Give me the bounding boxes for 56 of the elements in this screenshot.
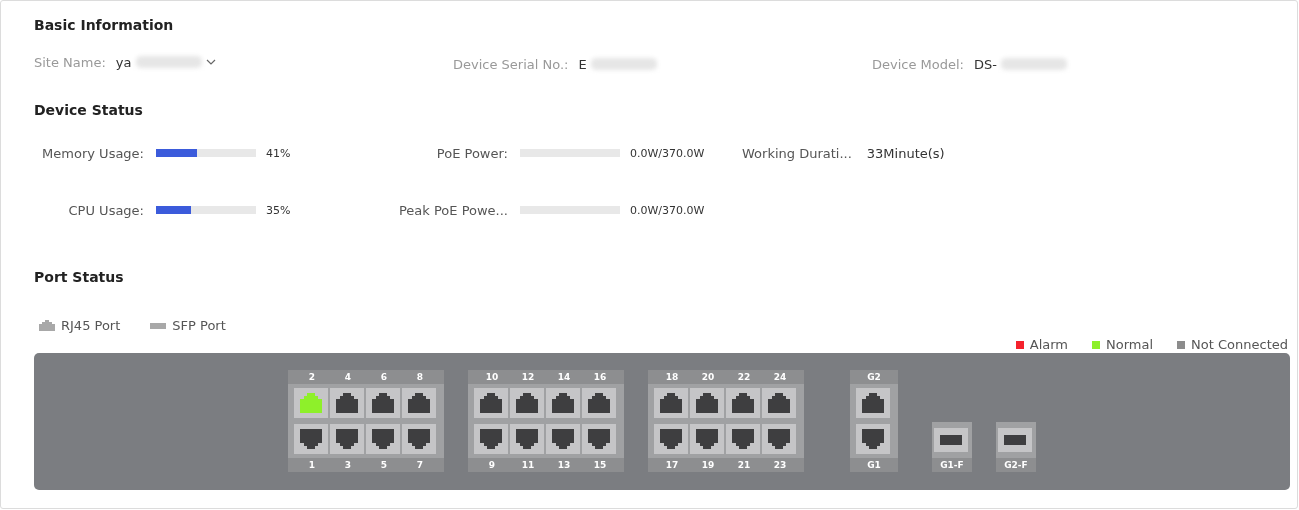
- metric-value: 35%: [266, 203, 291, 217]
- legend-label: RJ45 Port: [61, 318, 121, 333]
- legend-label: SFP Port: [172, 318, 226, 333]
- field-label: Device Serial No.:: [453, 56, 569, 72]
- port-number: G1-F: [939, 459, 965, 472]
- port-number: 7: [415, 459, 425, 472]
- metric-label: Working Durati...: [742, 145, 852, 161]
- port-number: 21: [736, 459, 752, 472]
- sfp-port[interactable]: [934, 428, 968, 452]
- port-number: 4: [343, 371, 353, 384]
- port-number: 24: [772, 371, 788, 384]
- port-number: 12: [520, 371, 536, 384]
- legend-label: Not Connected: [1191, 337, 1288, 352]
- field-label: Device Model:: [872, 56, 964, 72]
- section-heading: Basic Information: [34, 16, 175, 35]
- port-number: G2-F: [1003, 459, 1029, 472]
- port-number: 6: [379, 371, 389, 384]
- section-heading: Port Status: [34, 268, 125, 287]
- port-number: 1: [307, 459, 317, 472]
- section-heading: Device Status: [34, 101, 144, 120]
- metric-label: Peak PoE Powe...: [397, 202, 508, 218]
- metric-label: CPU Usage:: [67, 202, 144, 218]
- port-number: 20: [700, 371, 716, 384]
- field-value: E: [578, 56, 587, 72]
- port-number: 16: [592, 371, 608, 384]
- field-value: ya: [115, 54, 132, 70]
- port-number: 19: [700, 459, 716, 472]
- metric-value: 41%: [266, 146, 291, 160]
- port-number: 10: [484, 371, 500, 384]
- metric-value: 33Minute(s): [866, 145, 945, 161]
- metric-label: PoE Power:: [435, 145, 508, 161]
- port-number: 17: [664, 459, 680, 472]
- port-number: 23: [772, 459, 788, 472]
- port-number: G2: [866, 371, 882, 384]
- port-number: 5: [379, 459, 389, 472]
- port-number: 22: [736, 371, 752, 384]
- port-number: 2: [307, 371, 317, 384]
- legend-label: Normal: [1106, 337, 1154, 352]
- port-number: 11: [520, 459, 536, 472]
- port-number: 3: [343, 459, 353, 472]
- port-number: 8: [415, 371, 425, 384]
- port-number: G1: [866, 459, 882, 472]
- port-number: 15: [592, 459, 608, 472]
- sfp-port-icon: [150, 322, 167, 329]
- sfp-port[interactable]: [998, 428, 1032, 452]
- metric-value: 0.0W/370.0W: [630, 203, 705, 217]
- port-number: 14: [556, 371, 572, 384]
- port-number: 13: [556, 459, 572, 472]
- port-number: 18: [664, 371, 680, 384]
- metric-value: 0.0W/370.0W: [630, 146, 705, 160]
- field-value: DS-: [974, 56, 997, 72]
- legend-label: Alarm: [1029, 337, 1069, 352]
- metric-label: Memory Usage:: [41, 145, 144, 161]
- field-label: Site Name:: [34, 54, 106, 70]
- ethernet-port-icon: [39, 320, 55, 331]
- port-number: 9: [487, 459, 497, 472]
